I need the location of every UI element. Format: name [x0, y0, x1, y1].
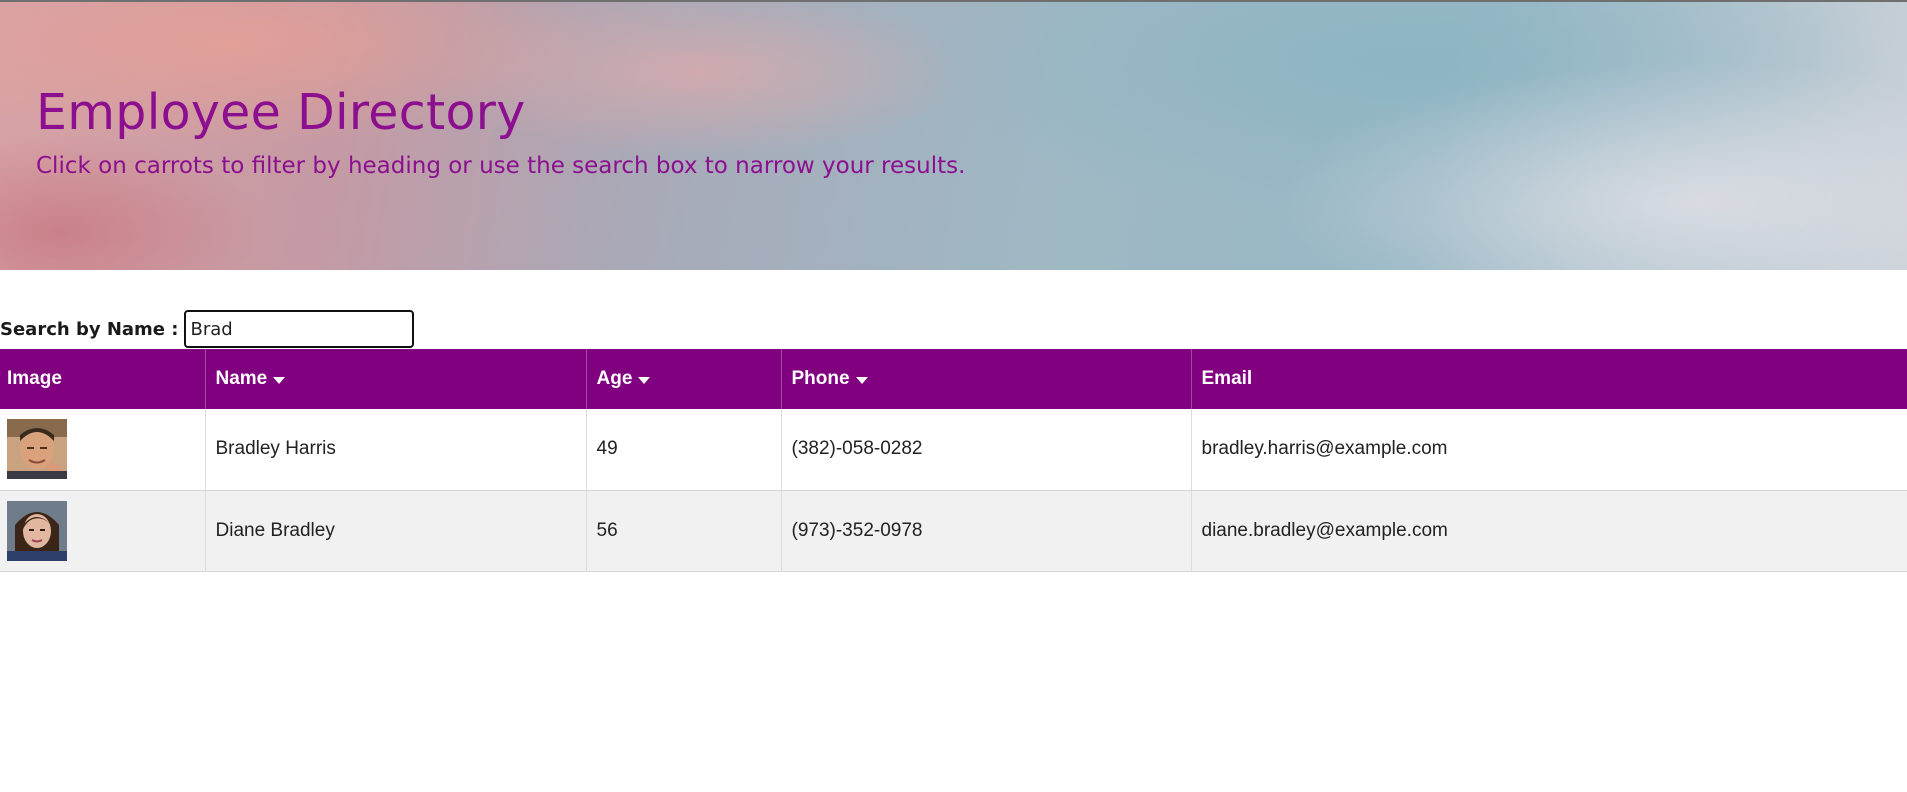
sort-caret-icon[interactable] — [273, 377, 286, 385]
column-header-label: Image — [7, 368, 62, 389]
column-header-phone[interactable]: Phone — [780, 349, 1191, 409]
page-title: Employee Directory — [36, 84, 526, 141]
search-label: Search by Name : — [0, 318, 179, 340]
column-header-age[interactable]: Age — [585, 349, 781, 409]
sort-caret-icon[interactable] — [638, 377, 651, 385]
column-header-email: Email — [1190, 349, 1907, 409]
table-row: Bradley Harris 49 (382)-058-0282 bradley… — [0, 409, 1907, 491]
column-header-image: Image — [0, 349, 205, 409]
age-cell: 56 — [585, 490, 781, 572]
column-header-label: Age — [596, 368, 633, 389]
sort-caret-icon[interactable] — [855, 377, 868, 385]
table-row: Diane Bradley 56 (973)-352-0978 diane.br… — [0, 490, 1907, 572]
column-header-label: Email — [1201, 368, 1253, 389]
email-cell: bradley.harris@example.com — [1190, 409, 1907, 491]
avatar — [7, 419, 67, 480]
column-header-label: Name — [215, 368, 268, 389]
search-bar: Search by Name : — [0, 310, 415, 348]
employee-table: Image Name Age Phone Email Bradley Harri… — [0, 349, 1907, 572]
search-input[interactable] — [184, 310, 415, 348]
phone-cell: (973)-352-0978 — [780, 490, 1191, 572]
name-cell: Bradley Harris — [204, 409, 586, 491]
email-cell: diane.bradley@example.com — [1190, 490, 1907, 572]
header-banner: Employee Directory Click on carrots to f… — [0, 0, 1907, 270]
image-cell — [0, 490, 205, 572]
phone-cell: (382)-058-0282 — [780, 409, 1191, 491]
avatar — [7, 500, 67, 561]
column-header-name[interactable]: Name — [204, 349, 586, 409]
table-header-row: Image Name Age Phone Email — [0, 349, 1907, 409]
age-cell: 49 — [585, 409, 781, 491]
column-header-label: Phone — [791, 368, 850, 389]
page-subtitle: Click on carrots to filter by heading or… — [36, 153, 966, 179]
name-cell: Diane Bradley — [204, 490, 586, 572]
image-cell — [0, 409, 205, 491]
